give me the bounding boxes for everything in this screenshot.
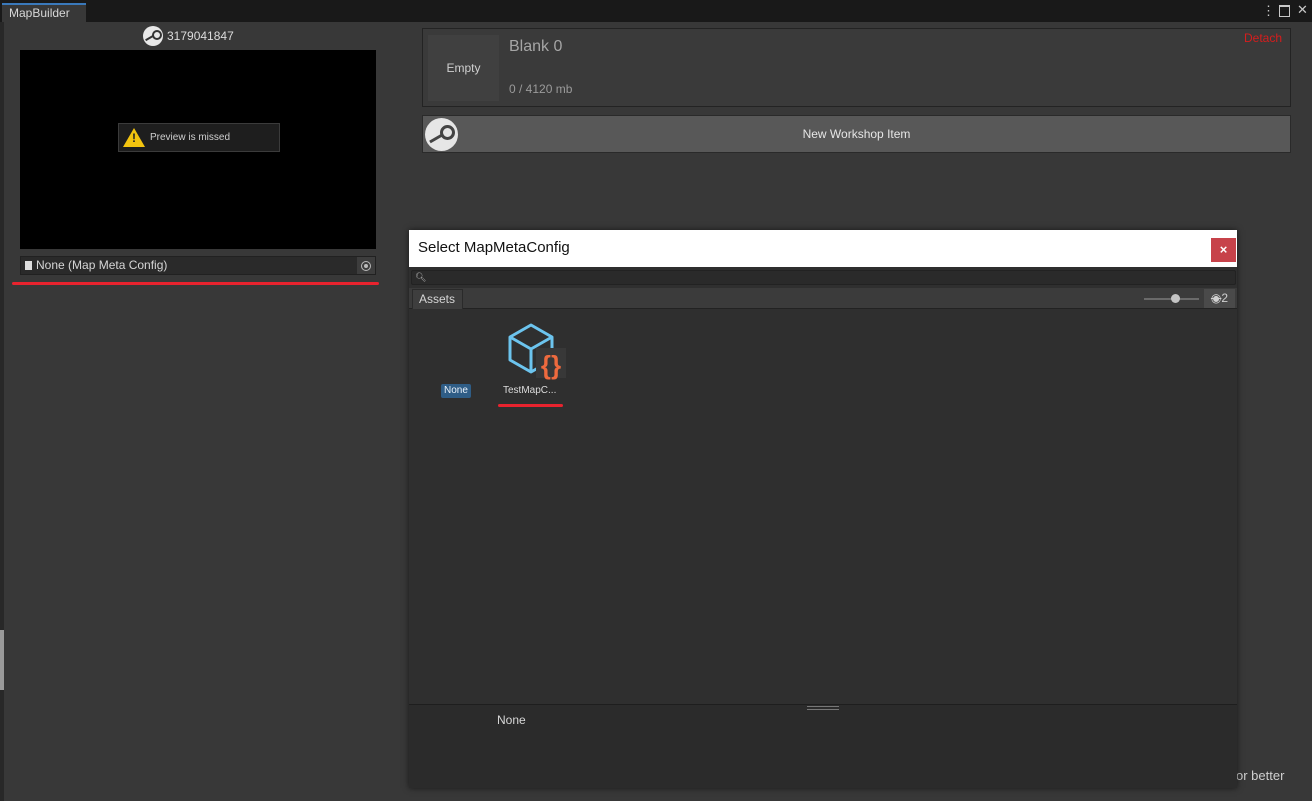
- tab-mapbuilder[interactable]: MapBuilder: [2, 3, 86, 22]
- warning-icon: !: [123, 128, 145, 147]
- document-icon: [25, 261, 32, 270]
- detach-button[interactable]: Detach: [1244, 31, 1282, 45]
- tab-assets[interactable]: Assets: [412, 289, 463, 309]
- steam-icon: [143, 26, 163, 46]
- target-icon: [361, 260, 371, 271]
- hidden-items-toggle[interactable]: ◉2: [1204, 289, 1235, 308]
- asset-item-testmapconfig[interactable]: {}: [504, 322, 568, 380]
- search-input[interactable]: [411, 270, 1236, 285]
- object-field-value: None (Map Meta Config): [36, 258, 168, 272]
- slider-handle[interactable]: [1171, 294, 1180, 303]
- resize-grip[interactable]: [807, 706, 839, 710]
- steam-id-text: 3179041847: [167, 29, 234, 43]
- item-title: Blank 0: [509, 38, 563, 55]
- item-thumbnail[interactable]: Empty: [428, 35, 499, 101]
- code-braces-icon: {}: [541, 350, 561, 380]
- preview-missing-text: Preview is missed: [150, 132, 231, 143]
- steam-id-label: 3179041847: [143, 26, 234, 46]
- new-workshop-item-label: New Workshop Item: [802, 127, 911, 141]
- highlight-underline: [12, 282, 379, 285]
- dialog-title: Select MapMetaConfig: [418, 239, 570, 256]
- hint-text: or better: [1236, 768, 1285, 783]
- object-picker-button[interactable]: [357, 257, 375, 274]
- close-icon[interactable]: ✕: [1297, 3, 1308, 17]
- highlight-underline: [498, 404, 563, 407]
- map-meta-config-field[interactable]: None (Map Meta Config): [20, 256, 376, 275]
- thumbnail-label: Empty: [446, 61, 481, 75]
- left-edge-marker: [0, 630, 4, 690]
- selection-preview-label: None: [497, 713, 526, 727]
- hidden-count: 2: [1221, 291, 1229, 305]
- item-size: 0 / 4120 mb: [509, 82, 573, 96]
- window-tab-bar: [0, 0, 1312, 22]
- dialog-footer: [409, 704, 1237, 788]
- search-icon: 🔍︎: [415, 272, 427, 282]
- dialog-tab-bar: [409, 288, 1237, 309]
- dialog-close-button[interactable]: ×: [1211, 238, 1236, 262]
- kebab-menu-icon[interactable]: ⋮: [1262, 4, 1275, 18]
- asset-item-label: TestMapC...: [503, 385, 557, 396]
- preview-missing-message: ! Preview is missed: [118, 123, 280, 152]
- maximize-icon[interactable]: [1279, 5, 1290, 17]
- asset-item-none[interactable]: None: [441, 384, 471, 398]
- eye-hidden-icon: ◉: [1210, 291, 1222, 305]
